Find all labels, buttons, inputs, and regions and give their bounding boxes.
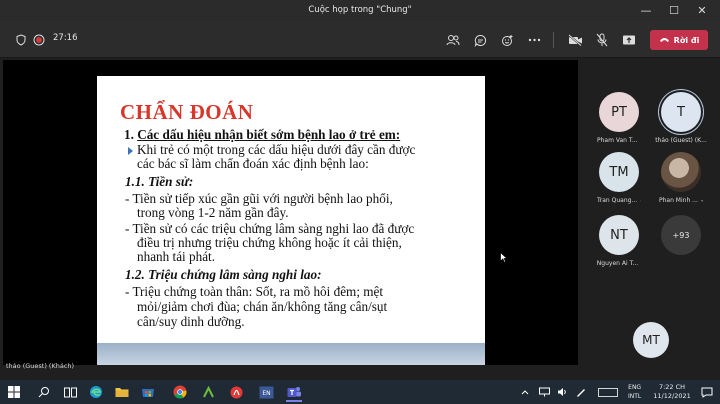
participant-name: thảo (Guest) (K... [655,137,707,144]
mic-off-icon [700,199,703,202]
avatar: PT [599,92,639,132]
mouse-cursor-icon [500,252,508,263]
participant-tile[interactable]: T thảo (Guest) (K... [655,92,707,144]
language-icon[interactable] [596,384,620,400]
slide-text: điều trị nhưng triệu chứng không hoặc ít… [137,235,402,250]
title-bar: Cuộc họp trong "Chung" — ☐ ✕ [0,0,720,22]
pdf-reader-icon[interactable] [228,384,244,400]
slide-subheading-2: 1.2. Triệu chứng lâm sàng nghi lao: [125,267,322,282]
network-icon[interactable] [538,384,550,400]
bullet-icon [128,147,133,155]
share-screen-icon[interactable] [620,31,638,49]
leave-button[interactable]: Rời đi [650,30,708,50]
chrome-icon[interactable] [172,384,188,400]
participant-tile[interactable]: Phan Minh ... [659,152,703,204]
avatar: T [661,92,701,132]
input-method-icon[interactable]: EN [258,384,274,400]
slide-text: mỏi/giảm chơi đùa; chán ăn/không tăng câ… [137,299,388,314]
slide-footer-bar [97,343,485,365]
volume-icon[interactable] [556,384,568,400]
maximize-icon[interactable]: ☐ [664,2,684,20]
phone-hangup-icon [659,38,669,42]
store-icon[interactable] [140,384,156,400]
windows-taskbar: EN ENG INTL 7:22 CH 11/12/2021 [0,380,720,404]
participant-name: Phan Minh ... [659,197,703,204]
app-icon[interactable] [200,384,216,400]
pen-icon[interactable] [574,384,586,400]
self-view-tile[interactable]: MT [629,322,673,358]
participant-name: Nguyen Ai T... [597,260,641,267]
presenter-name: thảo (Guest) (Khách) [6,362,75,370]
clock-date: 11/12/2021 [653,392,691,400]
slide-text: - Tiền sử có các triệu chứng lâm sàng ng… [125,221,415,236]
slide-text: cân/suy dinh dưỡng. [137,314,245,329]
participants-icon[interactable] [444,31,462,49]
reactions-icon[interactable] [498,31,516,49]
file-explorer-icon[interactable] [114,384,130,400]
section-1-title: Các dấu hiệu nhận biết sớm bệnh lao ở tr… [137,127,401,142]
camera-off-icon[interactable] [566,31,584,49]
avatar: TM [599,152,639,192]
participant-name: Tran Quang... [597,197,641,204]
close-icon[interactable]: ✕ [692,2,712,20]
recording-icon [30,31,48,49]
teams-icon[interactable] [286,384,302,402]
toolbar-divider [553,32,554,48]
meeting-toolbar: 27:16 Rời đi [0,22,720,58]
chat-icon[interactable] [471,31,489,49]
teams-meeting-window: Cuộc họp trong "Chung" — ☐ ✕ 27:16 Rời đ… [0,0,720,380]
leave-button-label: Rời đi [673,35,700,45]
avatar-photo [661,152,701,192]
slide-text: trong vòng 1-2 năm gần đây. [137,205,289,220]
edge-browser-icon[interactable] [88,384,104,400]
slide-subheading-1: 1.1. Tiền sử: [125,174,194,189]
slide-text: nhanh tái phát. [137,249,216,264]
slide-section-1: 1. Các dấu hiệu nhận biết sớm bệnh lao ở… [124,128,400,142]
slide-intro-line-1: Khi trẻ có một trong các dấu hiệu dưới đ… [137,142,416,157]
avatar: MT [633,322,669,358]
slide-intro-line-2: các bác sĩ làm chẩn đoán xác định bệnh l… [137,156,369,171]
participant-tile[interactable]: TM Tran Quang... [597,152,641,204]
keyboard-language[interactable]: ENG INTL [628,383,641,401]
search-icon[interactable] [36,384,52,400]
mic-off-icon [640,199,641,202]
participant-name: Pham Van T... [597,137,641,144]
more-participants-count[interactable]: +93 [661,215,701,255]
participant-tile[interactable]: NT Nguyen Ai T... [597,215,641,267]
slide-text: - Triệu chứng toàn thân: Sốt, ra mồ hôi … [125,284,384,299]
presentation-slide: CHẨN ĐOÁN 1. Các dấu hiệu nhận biết sớm … [97,76,485,365]
task-view-icon[interactable] [62,384,78,400]
more-participants-tile[interactable]: +93 [659,215,703,255]
svg-text:EN: EN [262,390,270,397]
clock-time: 7:22 CH [658,383,686,391]
slide-heading: CHẨN ĐOÁN [120,100,254,124]
chevron-up-icon[interactable] [520,384,530,400]
window-title: Cuộc họp trong "Chung" [308,5,412,15]
more-options-icon[interactable] [525,31,543,49]
windows-start-icon[interactable] [6,384,22,400]
notifications-icon[interactable] [700,384,714,400]
participant-tile[interactable]: PT Pham Van T... [597,92,641,144]
slide-text: - Tiền sử tiếp xúc gần gũi với người bện… [125,191,393,206]
shield-icon[interactable] [12,31,30,49]
section-1-number: 1. [124,127,138,142]
meeting-timer: 27:16 [53,33,78,43]
shared-content-stage[interactable]: CHẨN ĐOÁN 1. Các dấu hiệu nhận biết sớm … [3,60,578,365]
avatar: NT [599,215,639,255]
system-clock[interactable]: 7:22 CH 11/12/2021 [650,383,694,401]
minimize-icon[interactable]: — [636,2,656,20]
mic-off-icon[interactable] [593,31,611,49]
